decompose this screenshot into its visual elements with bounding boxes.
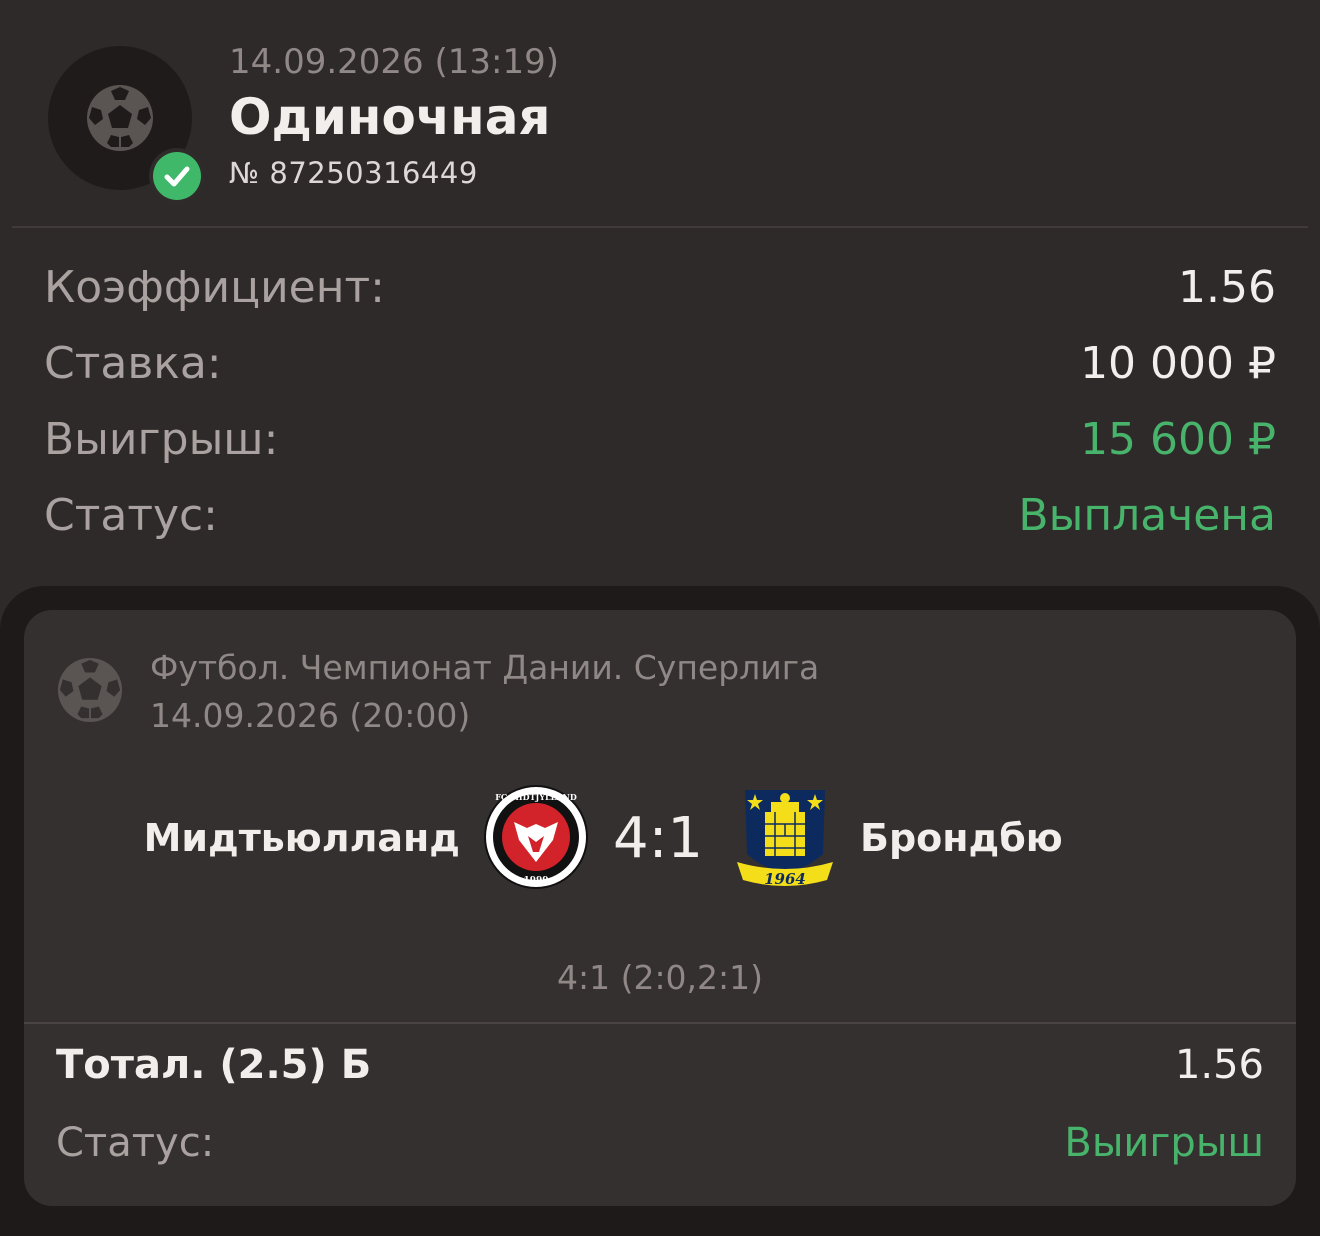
status-label: Статус: xyxy=(44,490,219,541)
home-logo-text: FC MIDTJYLLAND xyxy=(495,792,577,802)
event-datetime: 14.09.2026 (20:00) xyxy=(150,696,471,735)
match-score: 4:1 xyxy=(612,806,704,871)
score-detail: 4:1 (2:0,2:1) xyxy=(556,958,764,997)
coefficient-row: Коэффициент: 1.56 xyxy=(44,262,1276,322)
success-badge xyxy=(149,148,205,204)
home-team-name: Мидтьюлланд xyxy=(143,816,460,860)
stake-row: Ставка: 10 000 ₽ xyxy=(44,338,1276,398)
header-divider xyxy=(12,226,1308,228)
league-name: Футбол. Чемпионат Дании. Суперлига xyxy=(150,648,820,687)
bet-datetime: 14.09.2026 (13:19) xyxy=(229,42,559,82)
coefficient-value: 1.56 xyxy=(1178,262,1276,313)
away-team-name: Брондбю xyxy=(860,816,1063,860)
football-icon xyxy=(57,657,123,723)
card-divider xyxy=(24,1022,1296,1024)
bet-header: 14.09.2026 (13:19) Одиночная № 872503164… xyxy=(0,0,1320,228)
win-row: Выигрыш: 15 600 ₽ xyxy=(44,414,1276,474)
bet-type-title: Одиночная xyxy=(229,88,551,146)
stake-label: Ставка: xyxy=(44,338,222,389)
outcome-name: Тотал. (2.5) Б xyxy=(56,1042,372,1088)
home-logo-year: 1999 xyxy=(523,876,548,886)
away-team-logo: 1964 xyxy=(737,790,833,888)
win-label: Выигрыш: xyxy=(44,414,279,465)
event-card[interactable]: Футбол. Чемпионат Дании. Суперлига 14.09… xyxy=(24,610,1296,1206)
outcome-status-label: Статус: xyxy=(56,1120,215,1166)
stake-value: 10 000 ₽ xyxy=(1080,338,1276,389)
football-icon xyxy=(87,85,153,151)
coefficient-label: Коэффициент: xyxy=(44,262,385,313)
win-value: 15 600 ₽ xyxy=(1080,414,1276,465)
status-row: Статус: Выплачена xyxy=(44,490,1276,550)
status-value: Выплачена xyxy=(1018,490,1276,541)
bet-number: № 87250316449 xyxy=(229,156,478,190)
check-icon xyxy=(164,166,190,187)
away-logo-year: 1964 xyxy=(764,870,806,888)
outcome-odd: 1.56 xyxy=(1174,1042,1264,1088)
outcome-status-value: Выигрыш xyxy=(1064,1120,1264,1166)
